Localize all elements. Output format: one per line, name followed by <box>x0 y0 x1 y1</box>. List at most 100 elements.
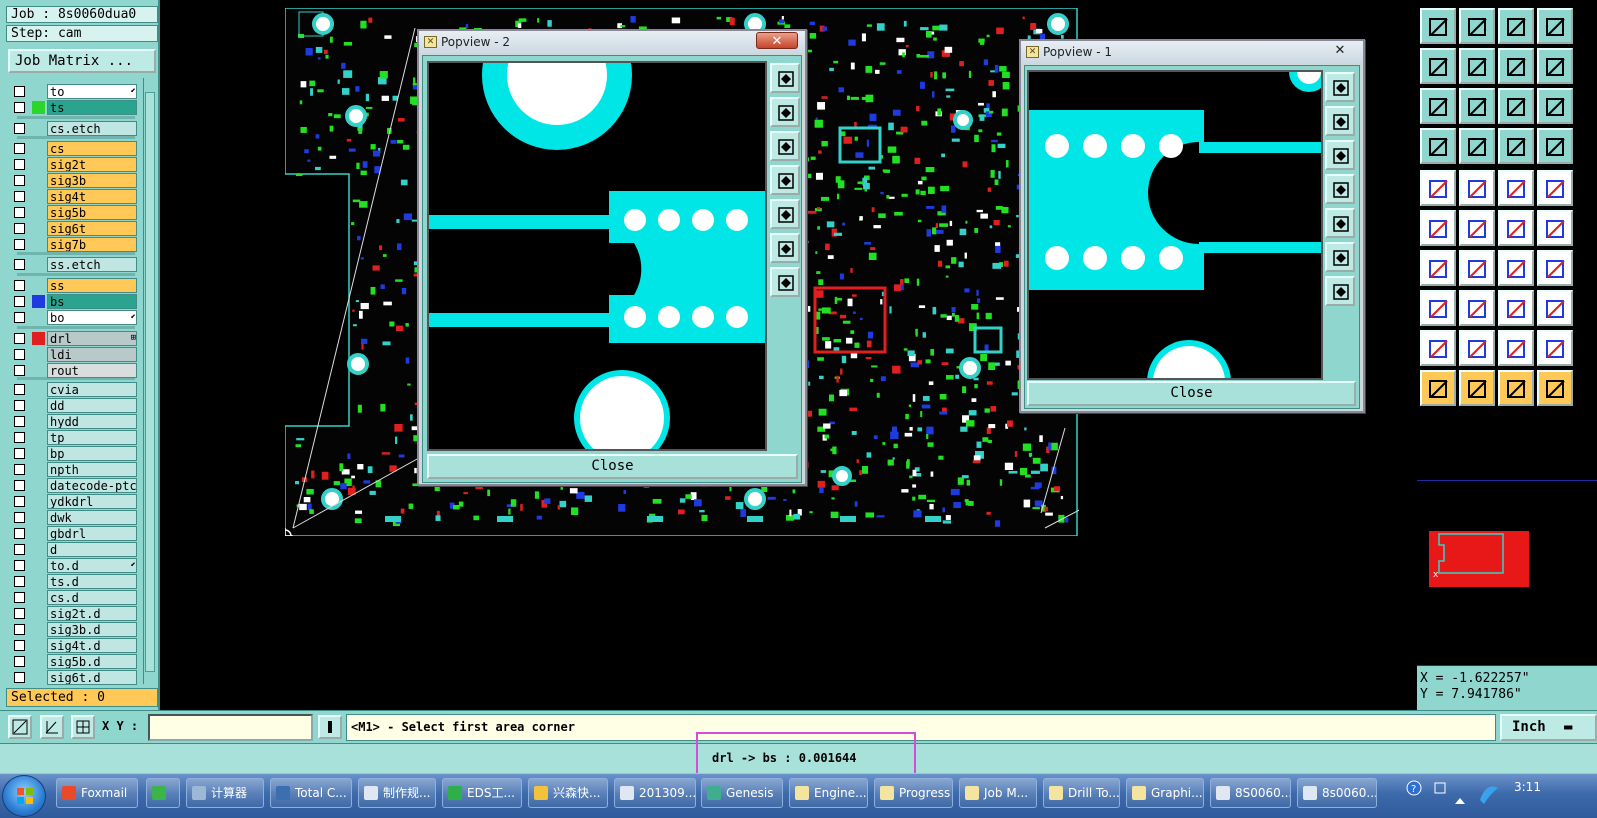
close-icon[interactable]: ✕ <box>756 32 798 49</box>
zoom-fit-icon[interactable] <box>1420 88 1456 124</box>
layer-name[interactable]: sig5b <box>47 205 137 220</box>
taskbar-item[interactable] <box>146 778 180 808</box>
layer-row[interactable]: dwk <box>10 510 139 525</box>
layer-name[interactable]: ldi <box>47 347 137 362</box>
layer-name[interactable]: cs.etch <box>47 121 137 136</box>
start-button[interactable] <box>2 775 46 817</box>
pad-move-icon[interactable] <box>1420 290 1456 326</box>
triangle-up-icon[interactable] <box>1498 330 1534 366</box>
board-minimap[interactable]: x <box>1417 480 1597 666</box>
add-circle-icon[interactable] <box>1537 170 1573 206</box>
layer-down-icon[interactable] <box>1459 8 1495 44</box>
layer-row[interactable]: sig4t <box>10 189 139 204</box>
traffic-light-icon[interactable] <box>1537 128 1573 164</box>
layer-row[interactable]: sig6t.d <box>10 670 139 685</box>
layer-row[interactable]: to ⬋ <box>10 84 139 99</box>
layer-name[interactable]: gbdrl <box>47 526 137 541</box>
move-left-icon[interactable] <box>1420 48 1456 84</box>
layer-display-checkbox[interactable] <box>14 480 25 491</box>
layer-name[interactable]: ts <box>47 100 137 115</box>
layer-list-scrollbar[interactable] <box>143 78 156 684</box>
layer-row[interactable]: d <box>10 542 139 557</box>
layer-row[interactable]: tp <box>10 430 139 445</box>
layer-row[interactable]: sig2t.d <box>10 606 139 621</box>
xy-coordinate-input[interactable] <box>148 714 313 741</box>
layer-row[interactable]: sig4t.d <box>10 638 139 653</box>
layer-display-checkbox[interactable] <box>14 223 25 234</box>
layer-name[interactable]: cs.d <box>47 590 137 605</box>
layer-display-checkbox[interactable] <box>14 280 25 291</box>
measure-angle-icon[interactable] <box>40 715 64 739</box>
close-icon[interactable]: ✕ <box>1319 42 1361 59</box>
layer-row[interactable]: sig5b <box>10 205 139 220</box>
add-line-icon[interactable] <box>1459 170 1495 206</box>
popview-1-titlebar[interactable]: ✕ Popview - 1 <box>1021 41 1363 63</box>
split-line-icon[interactable] <box>1459 290 1495 326</box>
help-icon[interactable] <box>1537 88 1573 124</box>
layer-name[interactable]: to <box>47 84 137 99</box>
taskbar-item[interactable]: 制作规... <box>358 778 436 808</box>
pan-left-icon[interactable] <box>1325 174 1355 204</box>
layer-display-checkbox[interactable] <box>14 259 25 270</box>
layer-row[interactable]: sig7b <box>10 237 139 252</box>
layer-display-checkbox[interactable] <box>14 496 25 507</box>
layer-row[interactable]: gbdrl <box>10 526 139 541</box>
zoom-center-icon[interactable] <box>770 267 800 297</box>
layer-name[interactable]: drl <box>47 331 137 346</box>
fit-screen-icon[interactable] <box>1325 242 1355 272</box>
layer-up-icon[interactable] <box>1420 8 1456 44</box>
layer-name[interactable]: sig6t.d <box>47 670 137 685</box>
layer-name[interactable]: ydkdrl <box>47 494 137 509</box>
layer-display-checkbox[interactable] <box>14 207 25 218</box>
zoom-out-icon[interactable] <box>1325 140 1355 170</box>
layer-display-checkbox[interactable] <box>14 416 25 427</box>
popview-1-window[interactable]: ✕ Popview - 1 ✕ Close <box>1019 39 1365 413</box>
layer-name[interactable]: bs <box>47 294 137 309</box>
route-icon[interactable] <box>1498 210 1534 246</box>
layer-row[interactable]: rout <box>10 363 139 378</box>
popview-2-window[interactable]: ✕ Popview - 2 ✕ Close <box>417 29 807 486</box>
taskbar-item[interactable]: 8s0060... <box>1297 778 1377 808</box>
layer-name[interactable]: bo <box>47 310 137 325</box>
taskbar-item[interactable]: Engine... <box>789 778 868 808</box>
taskbar-item[interactable]: 计算器 <box>186 778 264 808</box>
taskbar-item[interactable]: EDS工... <box>442 778 522 808</box>
info-icon[interactable] <box>318 715 342 739</box>
layer-display-checkbox[interactable] <box>14 384 25 395</box>
pan-right-icon[interactable] <box>1325 208 1355 238</box>
layer-name[interactable]: datecode-ptc <box>47 478 137 493</box>
popview-2-close-button[interactable]: Close <box>427 454 798 479</box>
layer-display-checkbox[interactable] <box>14 624 25 635</box>
undo-icon[interactable] <box>1498 48 1534 84</box>
home-icon[interactable] <box>1498 8 1534 44</box>
layer-display-checkbox[interactable] <box>14 672 25 683</box>
popview-1-viewport[interactable] <box>1027 70 1323 380</box>
layer-name[interactable]: bp <box>47 446 137 461</box>
layer-row[interactable]: sig3b <box>10 173 139 188</box>
pan-right-icon[interactable] <box>770 199 800 229</box>
layer-name[interactable]: hydd <box>47 414 137 429</box>
taskbar-item[interactable]: Progress <box>874 778 953 808</box>
select-net-icon[interactable] <box>1537 370 1573 406</box>
layer-display-checkbox[interactable] <box>14 528 25 539</box>
unit-selector[interactable]: Inch ▬ <box>1500 714 1597 741</box>
layer-row[interactable]: bo ⬋ <box>10 310 139 325</box>
layer-display-checkbox[interactable] <box>14 312 25 323</box>
layer-display-checkbox[interactable] <box>14 143 25 154</box>
layer-row[interactable]: cs.d <box>10 590 139 605</box>
layer-row[interactable]: to.d ⬋ <box>10 558 139 573</box>
layer-display-checkbox[interactable] <box>14 123 25 134</box>
layer-name[interactable]: ts.d <box>47 574 137 589</box>
layer-name[interactable]: rout <box>47 363 137 378</box>
layer-row[interactable]: datecode-ptc <box>10 478 139 493</box>
layer-row[interactable]: hydd <box>10 414 139 429</box>
taskbar-item[interactable]: Job M... <box>959 778 1037 808</box>
layer-name[interactable]: sig6t <box>47 221 137 236</box>
layer-row[interactable]: sig3b.d <box>10 622 139 637</box>
layer-row[interactable]: ss <box>10 278 139 293</box>
zoom-center-icon[interactable] <box>1325 276 1355 306</box>
layer-name[interactable]: dwk <box>47 510 137 525</box>
layer-row[interactable]: drl ⊞ <box>10 331 139 346</box>
layer-name[interactable]: sig2t <box>47 157 137 172</box>
select-pointer-icon[interactable] <box>1459 370 1495 406</box>
